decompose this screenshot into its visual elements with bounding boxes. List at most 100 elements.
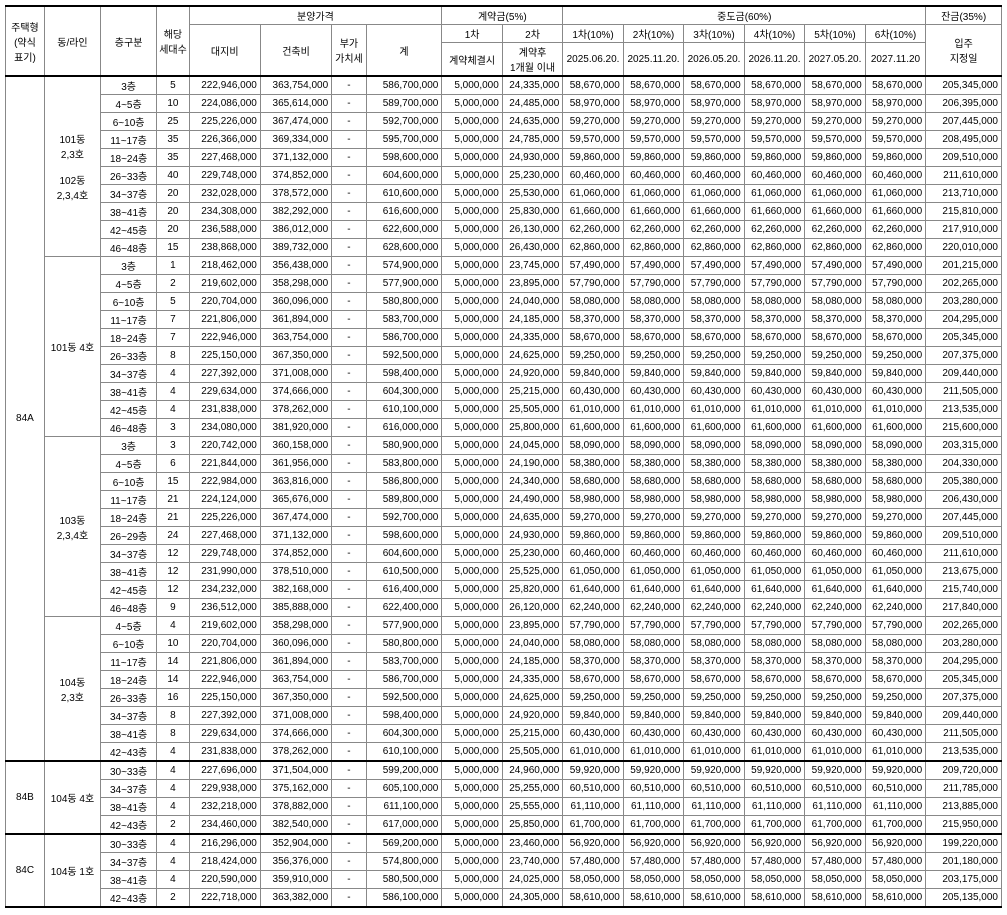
cell-contract2: 26,120,000 xyxy=(502,599,562,617)
cell-contract1: 5,000,000 xyxy=(442,581,502,599)
cell-mid: 58,680,000 xyxy=(865,473,926,491)
cell-total: 611,100,000 xyxy=(366,798,442,816)
cell-mid: 58,670,000 xyxy=(563,671,623,689)
cell-build: 371,132,000 xyxy=(260,149,331,167)
cell-mid: 62,240,000 xyxy=(865,599,926,617)
cell-mid: 57,490,000 xyxy=(563,257,623,275)
hdr-d5: 2027.05.20. xyxy=(805,43,865,77)
cell-mid: 59,570,000 xyxy=(744,131,804,149)
cell-total: 574,900,000 xyxy=(366,257,442,275)
cell-type: 84B xyxy=(6,761,45,834)
cell-mid: 58,370,000 xyxy=(744,311,804,329)
cell-mid: 59,270,000 xyxy=(684,509,744,527)
cell-mid: 57,490,000 xyxy=(684,257,744,275)
cell-build: 371,008,000 xyxy=(260,365,331,383)
cell-mid: 58,980,000 xyxy=(563,491,623,509)
table-row: 26~29층24227,468,000371,132,000-598,600,0… xyxy=(6,527,1002,545)
cell-floor: 38~41층 xyxy=(101,383,157,401)
cell-mid: 58,610,000 xyxy=(684,889,744,908)
cell-balance: 203,280,000 xyxy=(926,293,1002,311)
cell-vat: - xyxy=(332,689,367,707)
cell-contract2: 24,185,000 xyxy=(502,653,562,671)
hdr-total: 계 xyxy=(366,25,442,77)
hdr-c1: 1차 xyxy=(442,25,502,43)
cell-balance: 215,950,000 xyxy=(926,816,1002,835)
cell-floor: 38~41층 xyxy=(101,798,157,816)
cell-contract1: 5,000,000 xyxy=(442,131,502,149)
cell-contract2: 25,505,000 xyxy=(502,743,562,762)
cell-contract2: 23,895,000 xyxy=(502,617,562,635)
cell-mid: 59,270,000 xyxy=(744,509,804,527)
cell-build: 386,012,000 xyxy=(260,221,331,239)
cell-balance: 201,180,000 xyxy=(926,853,1002,871)
cell-mid: 59,840,000 xyxy=(623,707,683,725)
cell-land: 227,468,000 xyxy=(189,149,260,167)
cell-contract2: 25,255,000 xyxy=(502,780,562,798)
cell-balance: 201,215,000 xyxy=(926,257,1002,275)
table-row: 6~10층15222,984,000363,816,000-586,800,00… xyxy=(6,473,1002,491)
cell-contract1: 5,000,000 xyxy=(442,185,502,203)
cell-contract1: 5,000,000 xyxy=(442,275,502,293)
cell-households: 15 xyxy=(157,239,189,257)
cell-land: 234,460,000 xyxy=(189,816,260,835)
cell-mid: 58,670,000 xyxy=(865,671,926,689)
cell-contract2: 24,635,000 xyxy=(502,509,562,527)
cell-dong: 104동 1호 xyxy=(44,834,100,907)
cell-mid: 59,920,000 xyxy=(684,761,744,780)
cell-vat: - xyxy=(332,473,367,491)
cell-mid: 61,060,000 xyxy=(865,185,926,203)
cell-mid: 58,670,000 xyxy=(684,329,744,347)
cell-mid: 60,460,000 xyxy=(744,545,804,563)
cell-total: 574,800,000 xyxy=(366,853,442,871)
cell-mid: 60,430,000 xyxy=(684,383,744,401)
cell-mid: 58,370,000 xyxy=(563,653,623,671)
cell-land: 231,838,000 xyxy=(189,401,260,419)
cell-mid: 57,480,000 xyxy=(684,853,744,871)
cell-vat: - xyxy=(332,293,367,311)
cell-mid: 58,380,000 xyxy=(563,455,623,473)
cell-land: 227,392,000 xyxy=(189,365,260,383)
cell-mid: 61,110,000 xyxy=(684,798,744,816)
cell-total: 586,800,000 xyxy=(366,473,442,491)
cell-mid: 61,600,000 xyxy=(684,419,744,437)
cell-mid: 58,980,000 xyxy=(684,491,744,509)
cell-contract1: 5,000,000 xyxy=(442,527,502,545)
cell-land: 229,634,000 xyxy=(189,383,260,401)
cell-mid: 57,480,000 xyxy=(865,853,926,871)
cell-land: 229,634,000 xyxy=(189,725,260,743)
cell-land: 220,590,000 xyxy=(189,871,260,889)
cell-floor: 46~48층 xyxy=(101,419,157,437)
cell-land: 222,984,000 xyxy=(189,473,260,491)
cell-vat: - xyxy=(332,329,367,347)
cell-mid: 58,680,000 xyxy=(563,473,623,491)
cell-vat: - xyxy=(332,419,367,437)
cell-mid: 58,670,000 xyxy=(805,76,865,95)
table-row: 42~43층4231,838,000378,262,000-610,100,00… xyxy=(6,743,1002,762)
cell-mid: 58,980,000 xyxy=(865,491,926,509)
cell-mid: 62,860,000 xyxy=(684,239,744,257)
cell-floor: 26~33층 xyxy=(101,167,157,185)
cell-floor: 6~10층 xyxy=(101,635,157,653)
cell-mid: 58,370,000 xyxy=(623,311,683,329)
cell-households: 4 xyxy=(157,383,189,401)
cell-households: 4 xyxy=(157,834,189,853)
cell-mid: 59,270,000 xyxy=(805,509,865,527)
cell-mid: 58,680,000 xyxy=(805,473,865,491)
cell-mid: 59,840,000 xyxy=(805,707,865,725)
cell-total: 586,700,000 xyxy=(366,76,442,95)
cell-vat: - xyxy=(332,149,367,167)
cell-mid: 59,570,000 xyxy=(623,131,683,149)
cell-households: 9 xyxy=(157,599,189,617)
cell-mid: 58,380,000 xyxy=(805,455,865,473)
cell-balance: 205,345,000 xyxy=(926,329,1002,347)
cell-mid: 59,860,000 xyxy=(744,527,804,545)
cell-vat: - xyxy=(332,95,367,113)
cell-land: 225,226,000 xyxy=(189,113,260,131)
hdr-m4: 4차(10%) xyxy=(744,25,804,43)
cell-mid: 61,010,000 xyxy=(744,743,804,762)
cell-mid: 61,010,000 xyxy=(865,401,926,419)
cell-balance: 199,220,000 xyxy=(926,834,1002,853)
cell-land: 225,150,000 xyxy=(189,689,260,707)
cell-balance: 209,440,000 xyxy=(926,365,1002,383)
cell-contract1: 5,000,000 xyxy=(442,257,502,275)
